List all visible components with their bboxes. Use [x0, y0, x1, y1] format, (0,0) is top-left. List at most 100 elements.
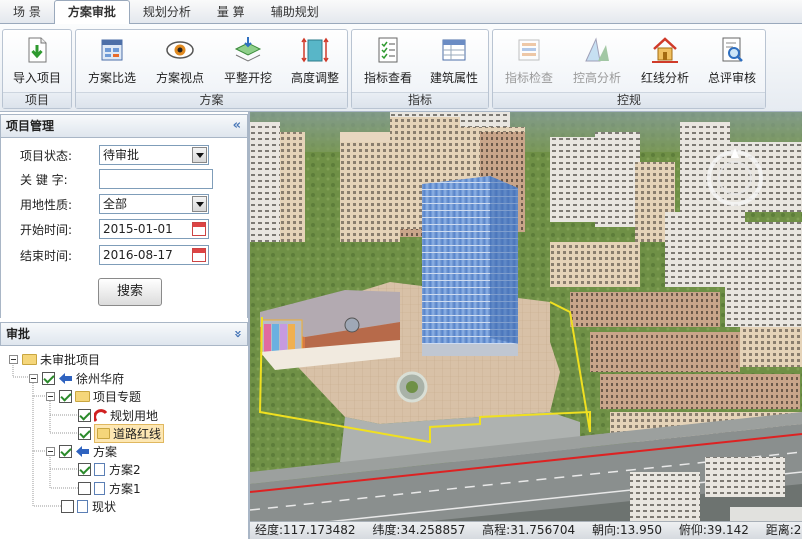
start-date-input[interactable]: 2015-01-01	[99, 219, 209, 239]
tree-checkbox[interactable]	[78, 409, 91, 422]
scheme-compare-button[interactable]: 方案比选	[80, 32, 144, 92]
calendar-icon[interactable]	[192, 248, 206, 262]
tree-node-current[interactable]: 现状	[61, 498, 116, 515]
scheme-viewpoint-button[interactable]: 方案视点	[148, 32, 212, 92]
document-icon	[77, 500, 88, 513]
tree-label: 未审批项目	[40, 353, 101, 367]
tree-label: 现状	[92, 500, 117, 514]
height-adjust-label: 高度调整	[290, 71, 339, 85]
indicator-view-label: 指标查看	[363, 71, 412, 85]
menu-bar: 场 景 方案审批 规划分析 量 算 辅助规划	[0, 0, 802, 24]
tree-checkbox[interactable]	[42, 372, 55, 385]
eye-icon	[166, 41, 194, 59]
tree-label: 方案1	[109, 482, 141, 496]
folder-icon	[22, 354, 37, 365]
dropdown-arrow-icon[interactable]	[192, 196, 207, 212]
collapse-toggle-icon[interactable]	[46, 447, 55, 456]
end-date-input[interactable]: 2016-08-17	[99, 245, 209, 265]
attribute-table-icon	[442, 39, 466, 61]
tree-label: 项目专题	[93, 390, 142, 404]
project-panel-header: 项目管理 «	[0, 114, 248, 138]
building-attr-label: 建筑属性	[429, 71, 478, 85]
scheme-compare-label: 方案比选	[87, 71, 136, 85]
layer-icon	[94, 408, 108, 422]
house-redline-icon	[652, 37, 678, 63]
tree-checkbox[interactable]	[59, 445, 72, 458]
landuse-label: 用地性质:	[20, 198, 73, 212]
building-attr-button[interactable]: 建筑属性	[422, 32, 486, 92]
height-control-button[interactable]: 控高分析	[565, 32, 629, 92]
tab-scene[interactable]: 场 景	[0, 1, 54, 23]
expand-icon[interactable]: »	[226, 330, 248, 338]
group-project: 导入项目 项目	[2, 29, 72, 109]
tree-node-topic[interactable]: 项目专题	[46, 388, 141, 405]
3d-map-view[interactable]	[250, 112, 802, 539]
tab-scheme-approval[interactable]: 方案审批	[53, 0, 130, 24]
tree-node-scheme1[interactable]: 方案1	[78, 480, 141, 497]
status-select[interactable]: 待审批	[99, 145, 209, 165]
tree-node-root[interactable]: 未审批项目	[9, 351, 100, 368]
approval-panel-title: 审批	[6, 327, 31, 341]
status-label: 项目状态:	[20, 149, 73, 163]
group-regulatory: 指标检查 控高分析 红线分析 总评审核 控规	[492, 29, 766, 109]
import-project-label: 导入项目	[12, 71, 61, 85]
dropdown-arrow-icon[interactable]	[192, 147, 207, 163]
tree-checkbox[interactable]	[78, 463, 91, 476]
scheme-viewpoint-label: 方案视点	[155, 71, 204, 85]
search-button[interactable]: 搜索	[98, 278, 162, 306]
overall-review-button[interactable]: 总评审核	[700, 32, 764, 92]
tree-node-scheme[interactable]: 方案	[46, 443, 117, 460]
tree-checkbox[interactable]	[78, 427, 91, 440]
city-scene	[250, 112, 802, 539]
indicator-check-button[interactable]: 指标检查	[497, 32, 561, 92]
keyword-input[interactable]	[99, 169, 213, 189]
approval-tree: 未审批项目 徐州华府 项目专题 规划用地 道路红线 方案 方案2 方案1 现状	[0, 347, 248, 539]
indicator-check-icon	[518, 39, 540, 61]
indicator-view-button[interactable]: 指标查看	[356, 32, 420, 92]
level-excavate-button[interactable]: 平整开挖	[216, 32, 280, 92]
tree-checkbox[interactable]	[59, 390, 72, 403]
collapse-toggle-icon[interactable]	[9, 355, 18, 364]
group-indicator: 指标查看 建筑属性 指标	[351, 29, 489, 109]
level-excavate-label: 平整开挖	[223, 71, 272, 85]
end-date-label: 结束时间:	[20, 249, 73, 263]
landuse-select[interactable]: 全部	[99, 194, 209, 214]
collapse-icon[interactable]: «	[233, 115, 241, 137]
tab-measure[interactable]: 量 算	[204, 1, 258, 23]
height-control-label: 控高分析	[572, 71, 621, 85]
tree-node-project[interactable]: 徐州华府	[29, 370, 124, 387]
compare-icon	[101, 39, 123, 61]
tree-checkbox[interactable]	[61, 500, 74, 513]
tree-node-scheme2[interactable]: 方案2	[78, 461, 141, 478]
collapse-toggle-icon[interactable]	[29, 374, 38, 383]
group-regulatory-label: 控规	[493, 92, 765, 108]
tree-node-planning-land[interactable]: 规划用地	[78, 407, 158, 424]
tab-assist-planning[interactable]: 辅助规划	[258, 1, 332, 23]
review-search-icon	[722, 37, 743, 62]
excavate-icon	[234, 37, 262, 62]
calendar-icon[interactable]	[192, 222, 206, 236]
tree-label: 方案2	[109, 463, 141, 477]
selected-node[interactable]: 道路红线	[94, 424, 165, 443]
indicator-check-label: 指标检查	[504, 71, 553, 85]
end-date-value: 2016-08-17	[103, 248, 173, 262]
group-indicator-label: 指标	[352, 92, 488, 108]
import-project-button[interactable]: 导入项目	[5, 32, 69, 92]
redline-analysis-button[interactable]: 红线分析	[633, 32, 697, 92]
start-date-label: 开始时间:	[20, 223, 73, 237]
height-adjust-button[interactable]: 高度调整	[283, 32, 347, 92]
height-adjust-icon	[301, 37, 329, 63]
ribbon: 导入项目 项目 方案比选 方案视点 平整开挖 高度调整 方案 指标查看 建筑属性…	[0, 24, 802, 112]
approval-panel-header: 审批 »	[0, 322, 248, 346]
tree-node-road-redline[interactable]: 道路红线	[78, 424, 165, 443]
heading-readout: 朝向:13.950	[591, 523, 662, 537]
keyword-label: 关 键 字:	[20, 173, 68, 187]
folder-icon	[75, 391, 90, 402]
arrow-left-icon	[76, 446, 89, 457]
coordinate-status-bar: 经度:117.173482 纬度:34.258857 高程:31.756704 …	[250, 521, 802, 539]
tab-planning-analysis[interactable]: 规划分析	[130, 1, 204, 23]
app-window: 场 景 方案审批 规划分析 量 算 辅助规划 导入项目 项目 方案比选 方案视点…	[0, 0, 802, 539]
folder-icon	[97, 428, 110, 439]
tree-checkbox[interactable]	[78, 482, 91, 495]
collapse-toggle-icon[interactable]	[46, 392, 55, 401]
